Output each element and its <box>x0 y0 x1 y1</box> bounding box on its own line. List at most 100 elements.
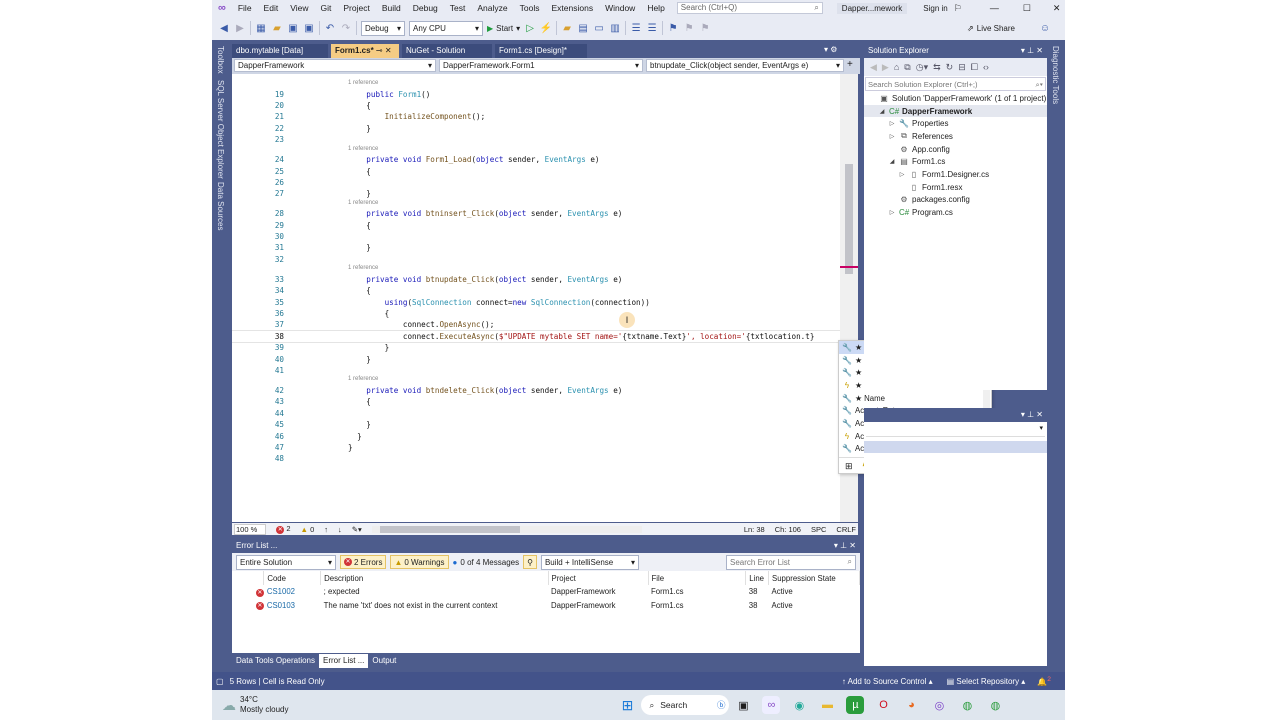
code-line[interactable]: 32 <box>232 254 858 265</box>
show-all-files-icon[interactable]: ⧠ <box>971 62 978 73</box>
tree-item[interactable]: ⚙ packages.config <box>864 194 1047 207</box>
member-dropdown[interactable]: btnupdate_Click(object sender, EventArgs… <box>646 59 844 72</box>
code-line[interactable]: 36 { <box>232 308 858 319</box>
up-arrow-icon[interactable]: ↑ <box>324 525 328 534</box>
menu-test[interactable]: Test <box>444 3 472 13</box>
cleanup-icon[interactable]: ✎▾ <box>352 525 362 534</box>
code-line[interactable]: 29 { <box>232 220 858 231</box>
expand-filter-icon[interactable]: ⊞ <box>845 461 853 472</box>
configuration-select[interactable]: Debug ▾ <box>361 20 405 36</box>
tree-item[interactable]: ▣ Solution 'DapperFramework' (1 of 1 proj… <box>864 92 1047 105</box>
code-line[interactable]: 30 <box>232 231 858 242</box>
toolbar-icon[interactable]: ▥ <box>609 22 621 34</box>
code-line[interactable]: 25 { <box>232 166 858 177</box>
tab-overflow-icon[interactable]: ▾ ⚙ <box>824 45 837 54</box>
add-to-source-control-button[interactable]: ↑ Add to Source Control ▴ <box>842 677 933 686</box>
live-share-button[interactable]: ⇗ Live Share <box>967 24 1015 33</box>
expand-arrow-icon[interactable]: ▷ <box>888 209 896 216</box>
taskbar-search[interactable]: ⌕ Search ⓑ <box>641 695 730 715</box>
select-repository-button[interactable]: ▤ Select Repository ▴ <box>947 677 1026 686</box>
firefox-icon[interactable]: ◕ <box>902 696 920 714</box>
warning-count[interactable]: ▲ 0 <box>301 525 315 534</box>
column-header-description[interactable]: Description <box>320 571 549 585</box>
task-view-icon[interactable]: ▣ <box>734 696 752 714</box>
panel-controls[interactable]: ▾ ⊥ ✕ <box>1021 46 1043 56</box>
hot-reload-icon[interactable]: ⚡ <box>540 22 552 34</box>
start-without-debug-icon[interactable]: ▷ <box>524 22 536 34</box>
column-header-suppression-state[interactable]: Suppression State <box>768 571 860 585</box>
menu-edit[interactable]: Edit <box>258 3 285 13</box>
error-code[interactable]: CS0103 <box>264 599 321 613</box>
solution-search-input[interactable]: Search Solution Explorer (Ctrl+;) ⌕▾ <box>865 77 1046 91</box>
tab-form1-cs-design-[interactable]: Form1.cs [Design]* <box>495 44 587 58</box>
property-row[interactable] <box>864 441 1047 453</box>
toolbar-icon[interactable]: ▰ <box>561 22 573 34</box>
code-line[interactable]: 44 <box>232 408 858 419</box>
column-header-file[interactable]: File <box>648 571 747 585</box>
expand-arrow-icon[interactable]: ◢ <box>888 158 896 165</box>
error-row[interactable]: ✕ CS0103 The name 'txt' does not exist in … <box>232 599 860 613</box>
uncomment-icon[interactable]: ☰ <box>646 22 658 34</box>
menu-file[interactable]: File <box>232 3 258 13</box>
opera-icon[interactable]: O <box>874 696 892 714</box>
menu-view[interactable]: View <box>284 3 314 13</box>
minimize-button[interactable]: — <box>990 3 999 13</box>
forward-icon[interactable]: ▶ <box>234 22 246 34</box>
project-dropdown[interactable]: DapperFramework ▾ <box>234 59 436 72</box>
diagnostic-tools-tab[interactable]: Diagnostic Tools <box>1051 46 1060 104</box>
messages-filter-button[interactable]: ● 0 of 4 Messages <box>453 558 520 567</box>
down-arrow-icon[interactable]: ↓ <box>338 525 342 534</box>
code-line[interactable]: 23 <box>232 134 858 145</box>
filter-icon[interactable]: ⚲ <box>523 555 537 569</box>
menu-help[interactable]: Help <box>641 3 670 13</box>
scope-select[interactable]: Entire Solution ▾ <box>236 554 336 570</box>
code-view-icon[interactable]: ‹› <box>983 62 989 72</box>
code-line[interactable]: 45 } <box>232 419 858 430</box>
bookmark-next-icon[interactable]: ⚑ <box>699 22 711 34</box>
object-select[interactable]: ▾ <box>866 424 1045 437</box>
chrome-icon[interactable]: ◍ <box>958 696 976 714</box>
whitespace-indicator[interactable]: SPC <box>811 525 826 534</box>
code-editor[interactable]: 1 reference 19 public Form1() 20 {21 Initi… <box>232 74 858 522</box>
feedback-icon[interactable]: ⚐ <box>954 3 962 14</box>
menu-tools[interactable]: Tools <box>514 3 546 13</box>
open-icon[interactable]: ▰ <box>271 22 283 34</box>
forward-icon[interactable]: ▶ <box>882 62 889 73</box>
line-ending-indicator[interactable]: CRLF <box>836 525 856 534</box>
search-box[interactable]: Search (Ctrl+Q) ⌕ <box>676 2 823 14</box>
bottom-tab-data-tools-operations[interactable]: Data Tools Operations <box>232 654 319 668</box>
home-icon[interactable]: ⌂ <box>894 62 899 72</box>
tree-item[interactable]: ⚙ App.config <box>864 143 1047 156</box>
menu-extensions[interactable]: Extensions <box>545 3 599 13</box>
codelens-references[interactable]: 1 reference <box>232 265 858 274</box>
horizontal-scrollbar[interactable] <box>371 525 642 533</box>
visual-studio-icon[interactable]: ∞ <box>762 696 781 714</box>
toolbox-tab[interactable]: Toolbox <box>216 46 225 74</box>
notifications-button[interactable]: 🔔2 <box>1037 676 1051 687</box>
tor-icon[interactable]: ◎ <box>930 696 948 714</box>
code-line[interactable]: 33 private void btnupdate_Click(object s… <box>232 274 858 285</box>
feedback-icon[interactable]: ☺ <box>1039 22 1051 34</box>
panel-controls[interactable]: ▾ ⊥ ✕ <box>1021 410 1043 420</box>
menu-build[interactable]: Build <box>376 3 407 13</box>
sync-icon[interactable]: ⇆ <box>933 62 941 73</box>
line-indicator[interactable]: Ln: 38 <box>744 525 765 534</box>
start-icon[interactable]: ⊞ <box>618 696 636 714</box>
save-icon[interactable]: ▣ <box>287 22 299 34</box>
menu-git[interactable]: Git <box>314 3 337 13</box>
close-window-button[interactable]: ✕ <box>1053 3 1061 14</box>
bookmark-prev-icon[interactable]: ⚑ <box>683 22 695 34</box>
class-dropdown[interactable]: DapperFramework.Form1 ▾ <box>439 59 643 72</box>
switch-views-icon[interactable]: ⧉ <box>904 62 910 73</box>
warnings-filter-button[interactable]: ▲ 0 Warnings <box>390 555 449 569</box>
toolbar-icon[interactable]: ▭ <box>593 22 605 34</box>
maximize-button[interactable]: ☐ <box>1023 3 1031 14</box>
tab-nuget-solution[interactable]: NuGet - Solution <box>402 44 492 58</box>
tree-item[interactable]: ◢ C# DapperFramework <box>864 104 1047 118</box>
code-line[interactable]: 20 { <box>232 100 858 111</box>
sign-in-link[interactable]: Sign in <box>923 4 947 13</box>
tab-form1-cs-[interactable]: Form1.cs* ⊸ ✕ <box>331 44 399 58</box>
data-sources-tab[interactable]: Data Sources <box>216 182 225 230</box>
sql-server-object-explorer-tab[interactable]: SQL Server Object Explorer <box>216 80 225 179</box>
source-select[interactable]: Build + IntelliSense ▾ <box>540 554 639 570</box>
